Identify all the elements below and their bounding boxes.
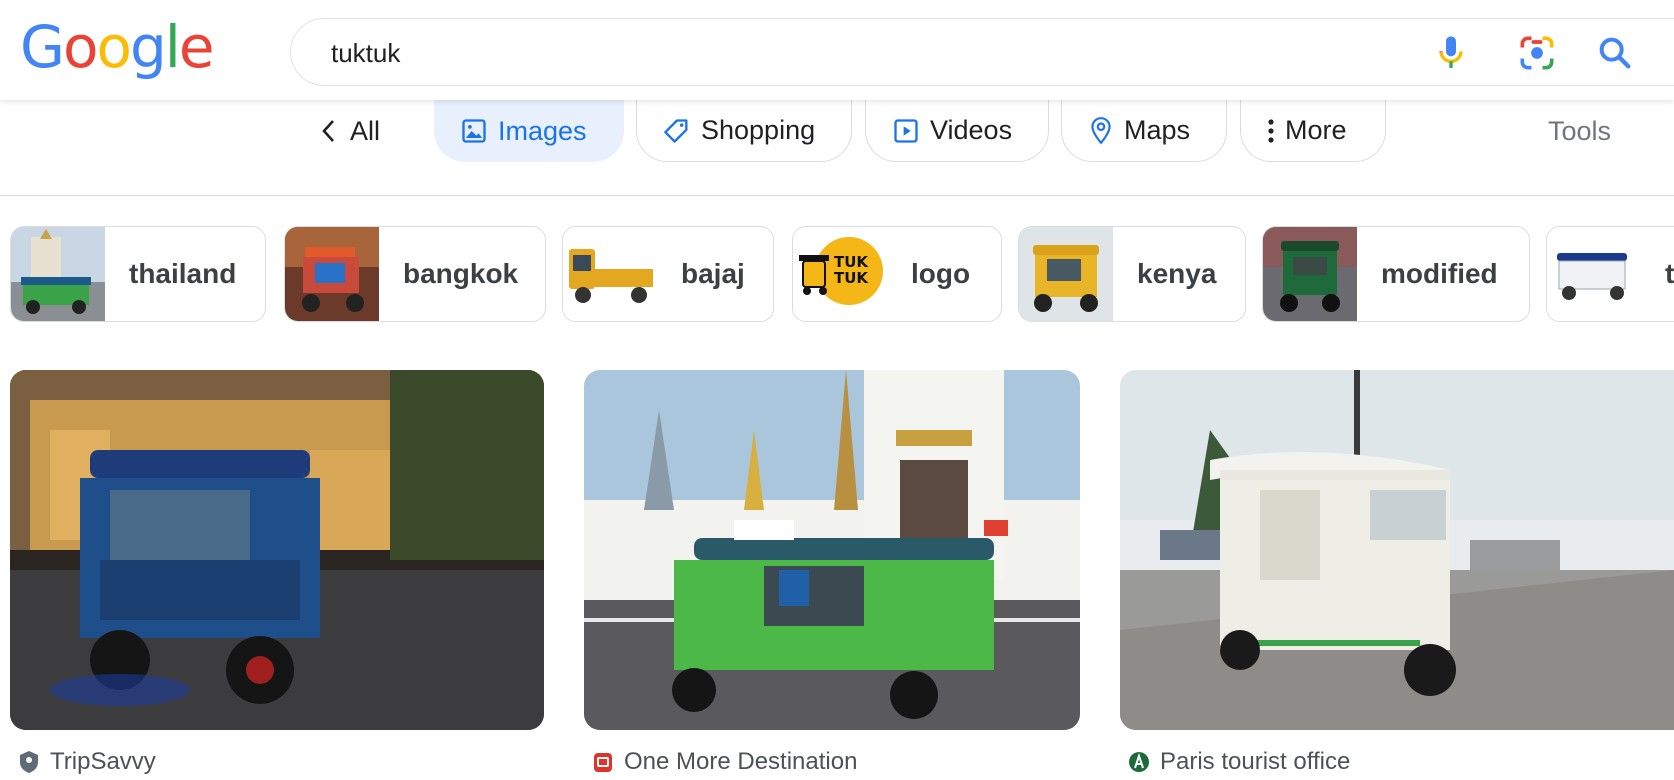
tab-shopping[interactable]: Shopping bbox=[636, 100, 852, 162]
tab-shopping-label: Shopping bbox=[701, 115, 816, 145]
paris-tourist-office-favicon bbox=[1129, 752, 1149, 772]
image-icon bbox=[462, 119, 486, 143]
result-source-name: Paris tourist office bbox=[1160, 748, 1351, 775]
chip-thumbnail bbox=[1263, 227, 1357, 321]
chip-logo[interactable]: TUK TUK logo bbox=[792, 226, 1002, 322]
image-result[interactable]: TripSavvy bbox=[10, 370, 544, 775]
chip-partial[interactable]: t bbox=[1546, 226, 1674, 322]
result-image[interactable] bbox=[584, 370, 1080, 730]
chip-kenya[interactable]: kenya bbox=[1018, 226, 1246, 322]
google-lens-icon[interactable] bbox=[1515, 31, 1559, 75]
tag-icon bbox=[664, 118, 688, 143]
more-vert-icon bbox=[1268, 118, 1274, 143]
chip-label: t bbox=[1665, 258, 1674, 289]
search-icon[interactable] bbox=[1595, 33, 1635, 73]
result-source-name: One More Destination bbox=[624, 748, 858, 775]
tab-videos[interactable]: Videos bbox=[865, 100, 1049, 162]
tab-maps-label: Maps bbox=[1124, 115, 1191, 145]
tripsavvy-favicon bbox=[20, 751, 38, 773]
search-tabs: All Images Shopping Videos Maps More Too… bbox=[0, 100, 1674, 196]
logo-letter-o1: o bbox=[62, 13, 98, 81]
result-image[interactable] bbox=[1120, 370, 1674, 730]
search-box[interactable]: tuktuk bbox=[290, 18, 1674, 86]
play-icon bbox=[894, 118, 918, 143]
tab-all-label: All bbox=[350, 115, 381, 146]
chevron-left-icon bbox=[322, 120, 334, 142]
chip-bajaj[interactable]: bajaj bbox=[562, 226, 774, 322]
chip-thumbnail bbox=[1019, 227, 1113, 321]
tab-images[interactable]: Images bbox=[434, 100, 624, 162]
tab-all[interactable]: All bbox=[306, 100, 406, 162]
tuktuk-photo bbox=[584, 370, 1080, 730]
chip-thumbnail: TUK TUK bbox=[793, 227, 887, 321]
refinement-chips: thailand bangkok bajaj TUK TUK logo keny… bbox=[0, 226, 1674, 322]
result-image[interactable] bbox=[10, 370, 544, 730]
search-input[interactable]: tuktuk bbox=[331, 38, 400, 69]
google-logo[interactable]: Google bbox=[20, 13, 215, 81]
chip-thumbnail bbox=[563, 227, 657, 321]
page: Google tuktuk All Images Shopping Videos… bbox=[0, 0, 1674, 780]
tuktuk-photo bbox=[10, 370, 544, 730]
chip-label: kenya bbox=[1137, 258, 1217, 289]
image-result[interactable]: Paris tourist office bbox=[1120, 370, 1674, 775]
logo-letter-g2: g bbox=[129, 13, 167, 81]
chip-thailand[interactable]: thailand bbox=[10, 226, 266, 322]
one-more-destination-favicon bbox=[594, 753, 612, 772]
result-source-name: TripSavvy bbox=[50, 748, 156, 775]
header: Google tuktuk bbox=[0, 0, 1674, 100]
chip-thumbnail bbox=[11, 227, 105, 321]
image-result[interactable]: One More Destination bbox=[584, 370, 1080, 775]
logo-thumb-text-2: TUK bbox=[834, 269, 869, 287]
result-source[interactable]: One More Destination bbox=[592, 748, 857, 776]
chip-thumbnail bbox=[1547, 227, 1641, 321]
logo-letter-g: G bbox=[20, 13, 65, 81]
logo-letter-l: l bbox=[164, 13, 181, 81]
tab-videos-label: Videos bbox=[930, 115, 1013, 145]
tab-more[interactable]: More bbox=[1240, 100, 1386, 162]
chip-label: logo bbox=[911, 258, 971, 289]
chip-label: bajaj bbox=[681, 258, 745, 289]
chip-label: modified bbox=[1381, 258, 1498, 289]
tab-images-label: Images bbox=[498, 115, 587, 146]
chip-bangkok[interactable]: bangkok bbox=[284, 226, 546, 322]
chip-label: thailand bbox=[129, 258, 237, 289]
chip-label: bangkok bbox=[403, 258, 519, 289]
microphone-icon[interactable] bbox=[1431, 33, 1471, 73]
logo-letter-o2: o bbox=[96, 13, 131, 81]
map-pin-icon bbox=[1091, 116, 1111, 144]
chip-thumbnail bbox=[285, 227, 379, 321]
result-source[interactable]: TripSavvy bbox=[18, 748, 156, 776]
chip-modified[interactable]: modified bbox=[1262, 226, 1530, 322]
logo-letter-e: e bbox=[178, 13, 215, 81]
tuktuk-photo bbox=[1120, 370, 1674, 730]
tab-maps[interactable]: Maps bbox=[1061, 100, 1227, 162]
tools-button[interactable]: Tools bbox=[1548, 100, 1611, 162]
tab-more-label: More bbox=[1285, 115, 1347, 145]
result-source[interactable]: Paris tourist office bbox=[1128, 748, 1350, 776]
